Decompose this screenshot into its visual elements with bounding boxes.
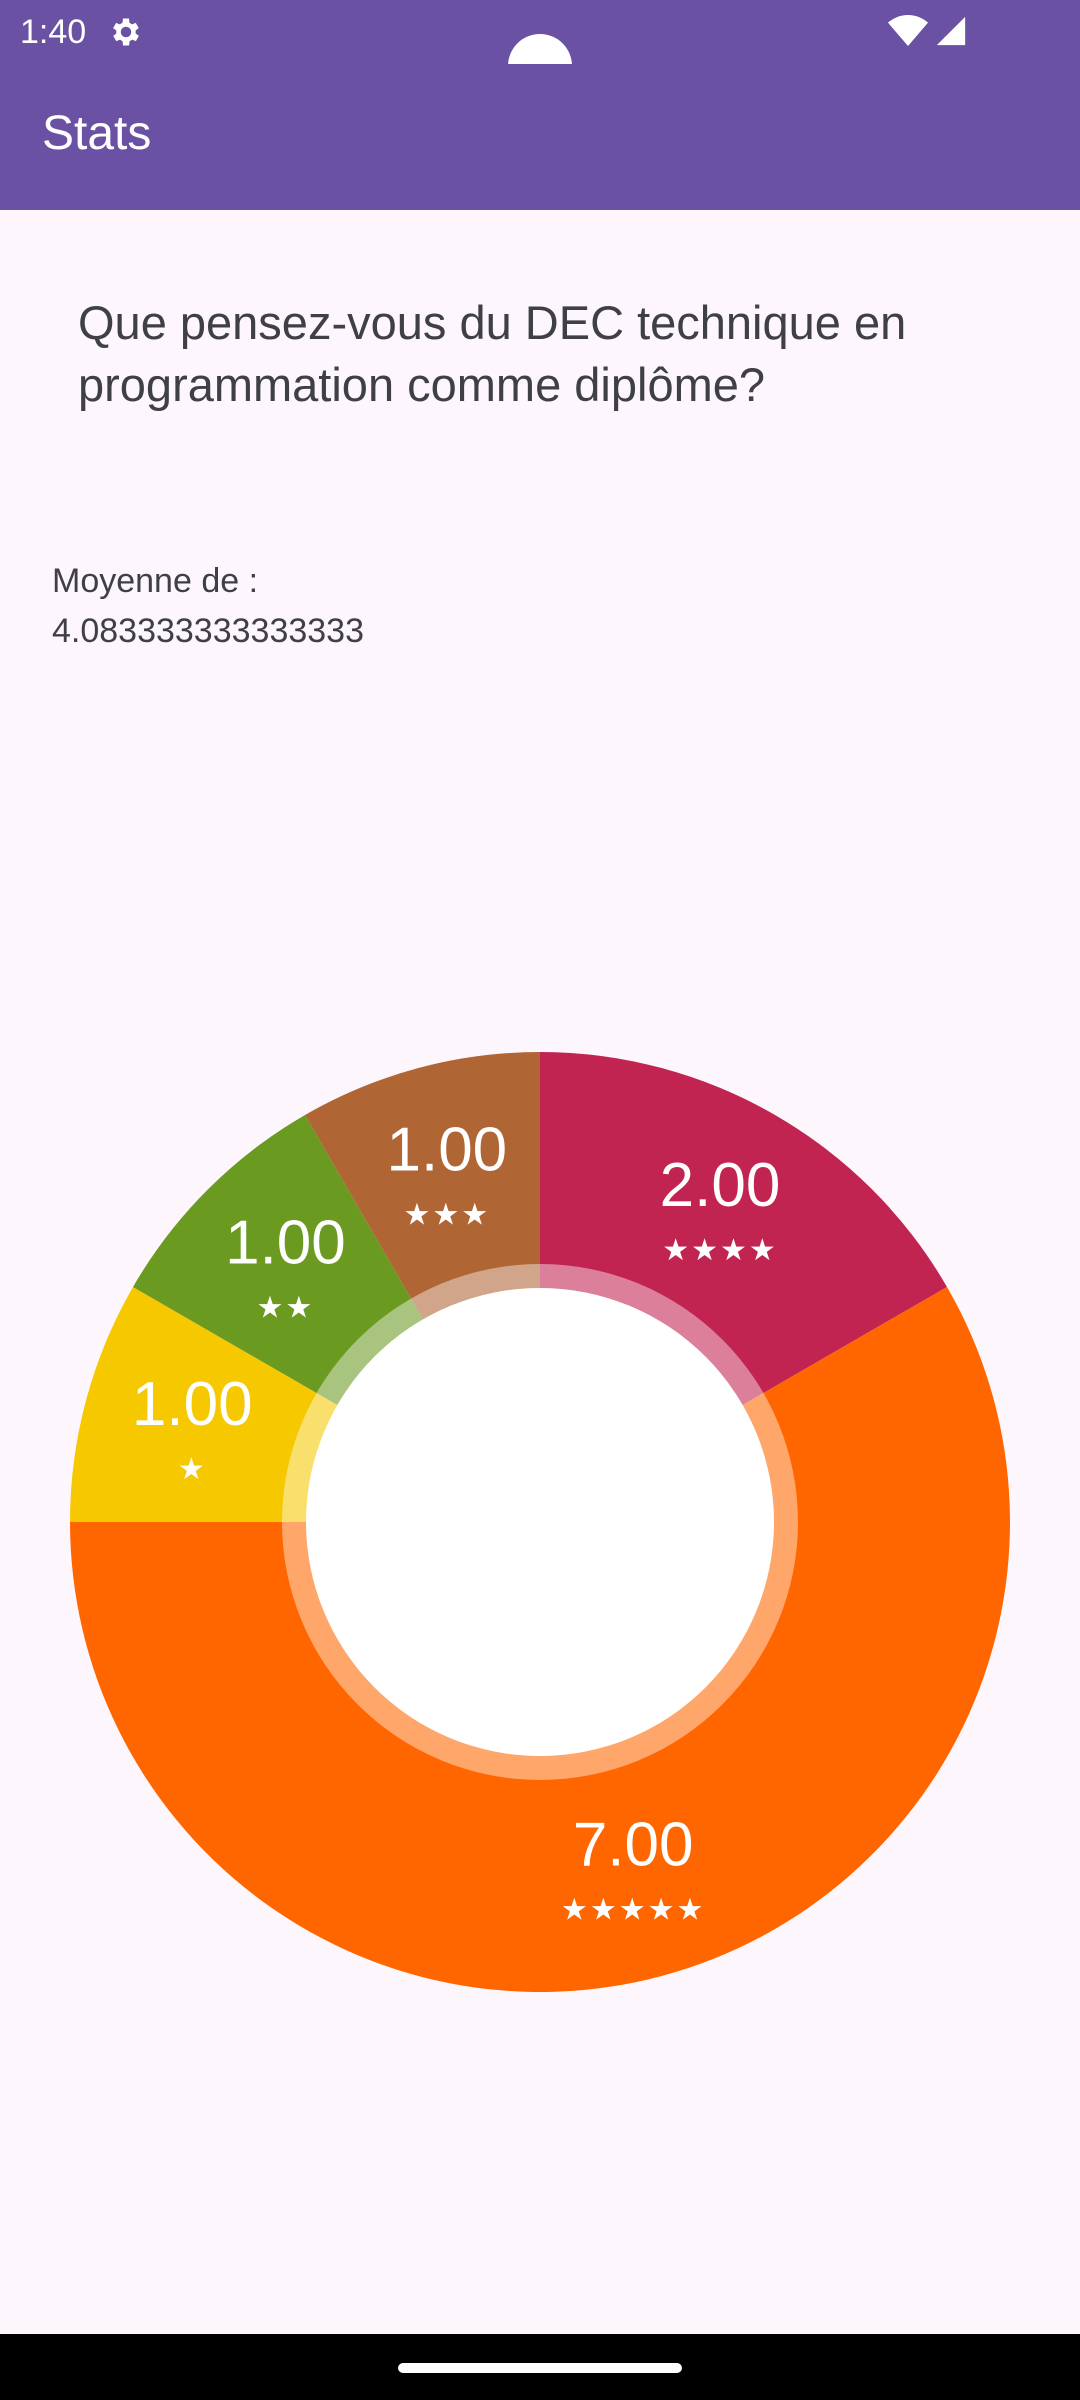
status-bar: 1:40 <box>0 0 1080 98</box>
slice-value-label: 7.00 <box>573 1811 694 1880</box>
average-label: Moyenne de : <box>52 562 259 600</box>
average-value: 4.083333333333333 <box>52 612 364 650</box>
slice-stars-label: ★★★ <box>403 1197 490 1232</box>
slice-value-label: 2.00 <box>660 1151 781 1220</box>
status-time: 1:40 <box>20 13 87 51</box>
wifi-icon <box>888 15 928 46</box>
slice-stars-label: ★ <box>178 1452 207 1487</box>
question-text: Que pensez-vous du DEC technique en prog… <box>78 296 907 411</box>
slice-value-label: 1.00 <box>132 1370 253 1439</box>
navigation-bar <box>0 2334 1080 2400</box>
page-title: Stats <box>42 107 152 160</box>
slice-value-label: 1.00 <box>225 1208 346 1277</box>
gear-icon <box>113 18 139 46</box>
rating-donut-chart: 2.00 ★★★★ 7.00 ★★★★★ 1.00 ★ 1.00 ★★ 1.00 ★★★ <box>68 1050 1012 1994</box>
slice-stars-label: ★★ <box>257 1290 315 1325</box>
cell-signal-icon <box>936 16 966 46</box>
slice-stars-label: ★★★★★ <box>561 1893 705 1928</box>
app-bar: Stats <box>0 64 1080 210</box>
average-block: Moyenne de : 4.083333333333333 <box>52 556 752 656</box>
slice-stars-label: ★★★★ <box>662 1233 778 1268</box>
donut-svg: 2.00 ★★★★ 7.00 ★★★★★ 1.00 ★ 1.00 ★★ 1.00 ★★★ <box>70 1052 1010 1993</box>
slice-value-label: 1.00 <box>386 1115 507 1184</box>
home-handle[interactable] <box>398 2363 682 2373</box>
donut-hole <box>306 1288 774 1756</box>
